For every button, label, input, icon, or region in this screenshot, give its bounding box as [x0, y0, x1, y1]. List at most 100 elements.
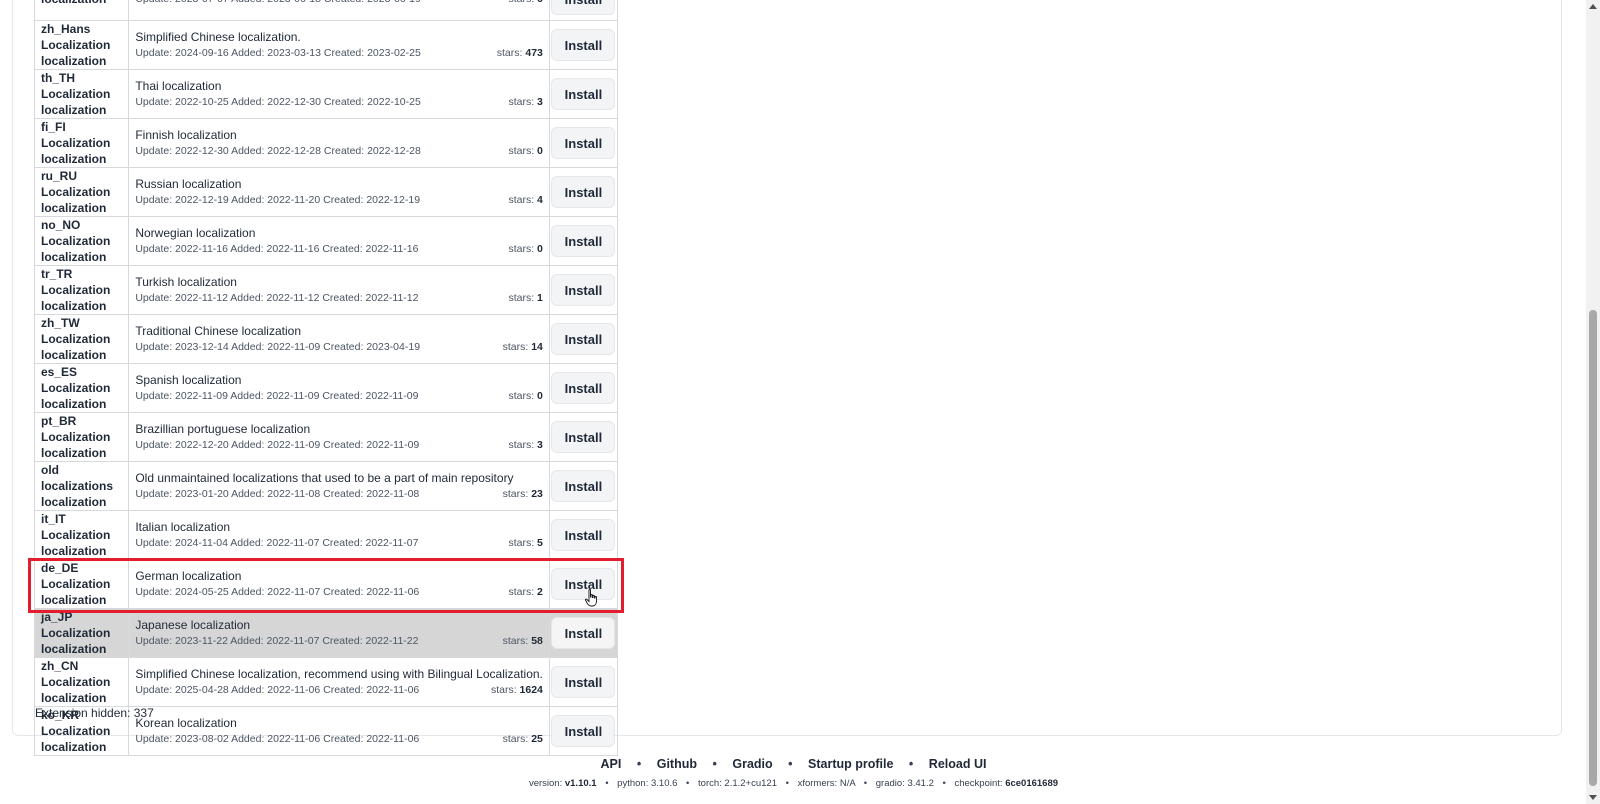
stars-label: stars:	[508, 145, 535, 157]
footer-separator: •	[712, 757, 717, 771]
extension-action-cell: Install	[548, 657, 619, 707]
install-button[interactable]: Install	[551, 176, 616, 208]
stars-label: stars:	[502, 488, 529, 500]
extension-tag: localization	[41, 348, 107, 362]
extension-name[interactable]: de_DE Localization	[41, 560, 122, 592]
footer-link-gradio[interactable]: Gradio	[732, 757, 772, 771]
extension-tag: localization	[41, 103, 107, 117]
extension-dates: Update: 2023-07-07 Added: 2023-06-18 Cre…	[135, 0, 420, 7]
extension-name-cell: fi_FI Localization localization	[33, 118, 130, 168]
extension-description-cell: Simplified Chinese localization. Update: …	[128, 20, 550, 70]
extension-action-cell: Install	[548, 461, 619, 511]
stars-value: 0	[537, 145, 543, 157]
version-separator: •	[863, 778, 868, 789]
extension-name-cell: ja_JP Localization localization	[33, 608, 130, 658]
extension-description: Finnish localization	[135, 128, 237, 142]
footer-link-reload-ui[interactable]: Reload UI	[929, 757, 987, 771]
extension-name[interactable]: th_TH Localization	[41, 70, 122, 102]
extension-action-cell: Install	[548, 363, 619, 413]
stars-label: stars:	[502, 635, 529, 647]
extension-description: Italian localization	[135, 520, 231, 534]
extension-description: Spanish localization	[135, 373, 242, 387]
install-button[interactable]: Install	[551, 0, 616, 15]
extension-dates: Update: 2022-11-16 Added: 2022-11-16 Cre…	[135, 243, 419, 255]
extension-description-cell: Italian localization Update: 2024-11-04 A…	[128, 510, 550, 560]
footer-link-github[interactable]: Github	[657, 757, 697, 771]
extension-row: zh_Hans Localization localization Simplifi…	[33, 20, 619, 70]
extension-action-cell: Install	[548, 608, 619, 658]
extension-action-cell: Install	[548, 706, 619, 756]
extension-description: Brazillian portuguese localization	[135, 422, 311, 436]
extension-stars: stars: 0	[508, 388, 542, 404]
install-button[interactable]: Install	[551, 666, 616, 698]
extension-stars: stars: 23	[503, 486, 543, 502]
install-button[interactable]: Install	[551, 715, 616, 747]
extension-dates: Update: 2022-11-12 Added: 2022-11-12 Cre…	[135, 292, 419, 304]
extension-name-cell: zh_CN Localization localization	[33, 657, 130, 707]
extension-name[interactable]: ru_RU Localization	[41, 168, 122, 200]
install-button[interactable]: Install	[551, 421, 616, 453]
extension-name[interactable]: zh_CN Localization	[41, 658, 122, 690]
stars-value: 0	[537, 390, 543, 402]
extension-name[interactable]: ja_JP Localization	[41, 609, 122, 641]
extension-dates: Update: 2024-05-25 Added: 2022-11-07 Cre…	[135, 586, 420, 598]
extension-name[interactable]: zh_Hans Localization	[41, 21, 122, 53]
scroll-up-arrow-icon[interactable]	[1589, 4, 1597, 9]
footer-link-startup-profile[interactable]: Startup profile	[808, 757, 893, 771]
extension-name-cell: localization	[33, 0, 130, 21]
page-scrollbar[interactable]	[1586, 0, 1600, 804]
stars-label: stars:	[490, 684, 517, 696]
extension-name[interactable]: tr_TR Localization	[41, 266, 122, 298]
extension-name[interactable]: fi_FI Localization	[41, 119, 122, 151]
extension-description-cell: Update: 2023-07-07 Added: 2023-06-18 Cre…	[128, 0, 550, 21]
extension-stars: stars: 1	[508, 290, 542, 306]
python-label: python:	[617, 778, 649, 789]
stars-label: stars:	[508, 194, 535, 206]
stars-label: stars:	[502, 733, 529, 745]
footer-link-api[interactable]: API	[601, 757, 622, 771]
install-button[interactable]: Install	[551, 127, 616, 159]
extension-name-cell: old localizations localization	[33, 461, 130, 511]
extension-description-cell: Japanese localization Update: 2023-11-22 …	[128, 608, 550, 658]
scroll-thumb[interactable]	[1589, 310, 1597, 786]
extension-name[interactable]: es_ES Localization	[41, 364, 122, 396]
stars-value: 473	[525, 47, 543, 59]
extension-stars: stars: 2	[508, 584, 542, 600]
extension-dates: Update: 2022-11-09 Added: 2022-11-09 Cre…	[135, 390, 419, 402]
extension-name-cell: it_IT Localization localization	[33, 510, 130, 560]
install-button[interactable]: Install	[551, 29, 616, 61]
install-button[interactable]: Install	[551, 274, 616, 306]
stars-value: 1624	[519, 684, 543, 696]
version-value[interactable]: v1.10.1	[565, 778, 597, 789]
stars-value: 6	[537, 0, 543, 5]
checkpoint-value[interactable]: 6ce0161689	[1005, 778, 1058, 789]
scroll-down-arrow-icon[interactable]	[1589, 795, 1597, 800]
install-button[interactable]: Install	[551, 78, 616, 110]
install-button[interactable]: Install	[551, 323, 616, 355]
stars-label: stars:	[508, 96, 535, 108]
extension-dates: Update: 2025-04-28 Added: 2022-11-06 Cre…	[135, 684, 420, 696]
extension-name[interactable]: it_IT Localization	[41, 511, 122, 543]
extension-row: ru_RU Localization localization Russian lo…	[33, 167, 619, 217]
extension-name[interactable]: zh_TW Localization	[41, 315, 122, 347]
extension-tag: localization	[41, 544, 107, 558]
stars-value: 25	[531, 733, 543, 745]
version-label: version:	[528, 778, 563, 789]
install-button[interactable]: Install	[551, 568, 616, 600]
extension-name[interactable]: old localizations	[41, 462, 122, 494]
extension-name[interactable]: no_NO Localization	[41, 217, 122, 249]
install-button[interactable]: Install	[551, 470, 616, 502]
install-button[interactable]: Install	[551, 519, 616, 551]
extension-dates: Update: 2022-12-20 Added: 2022-11-09 Cre…	[135, 439, 420, 451]
extension-name[interactable]: pt_BR Localization	[41, 413, 122, 445]
extension-dates: Update: 2022-12-19 Added: 2022-11-20 Cre…	[135, 194, 421, 206]
extension-description: Japanese localization	[135, 618, 251, 632]
extension-action-cell: Install	[548, 118, 619, 168]
extension-hidden-count: Extension hidden: 337	[35, 706, 154, 720]
extension-name-cell: de_DE Localization localization	[33, 559, 130, 609]
install-button[interactable]: Install	[551, 372, 616, 404]
extension-description-cell: Old unmaintained localizations that used…	[128, 461, 550, 511]
install-button[interactable]: Install	[551, 225, 616, 257]
extension-description: Simplified Chinese localization.	[135, 30, 301, 44]
install-button[interactable]: Install	[551, 617, 616, 649]
